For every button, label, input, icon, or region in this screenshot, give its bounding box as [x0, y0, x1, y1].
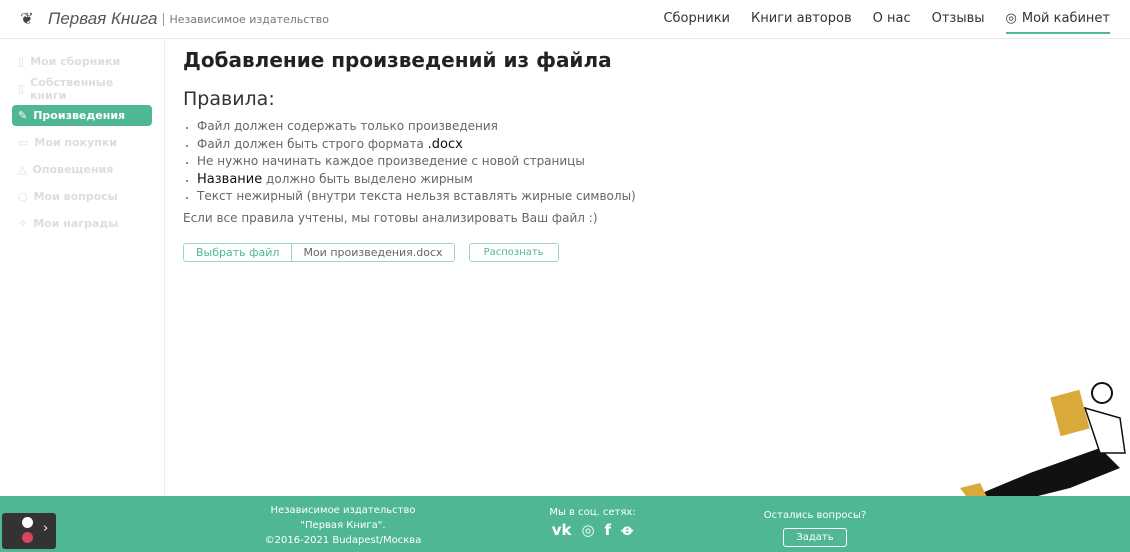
sidebar-item-awards[interactable]: ✧ Мои награды [12, 213, 152, 234]
facebook-icon[interactable]: f [605, 523, 612, 538]
sidebar-item-notifications[interactable]: △ Оповещения [12, 159, 152, 180]
sidebar-item-label: Мои покупки [34, 136, 118, 149]
instagram-icon[interactable]: ◎ [581, 523, 594, 538]
nav-collections[interactable]: Сборники [663, 11, 730, 34]
nav-reviews[interactable]: Отзывы [932, 11, 985, 34]
odnoklassniki-icon[interactable]: ꝋ [621, 523, 633, 538]
sidebar-item-purchases[interactable]: ▭ Мои покупки [12, 132, 152, 153]
sidebar-item-label: Мои вопросы [33, 190, 118, 203]
nav-about[interactable]: О нас [873, 11, 911, 34]
cart-icon: ▭ [18, 136, 29, 149]
ask-button[interactable]: Задать [783, 528, 847, 547]
rules-list: Файл должен содержать только произведени… [183, 118, 636, 206]
logo[interactable]: ❦ Первая Книга Независимое издательство [12, 7, 329, 31]
sidebar-item-label: Произведения [33, 109, 126, 122]
footer-line: "Первая Книга". [300, 520, 386, 531]
rule-item: Не нужно начинать каждое произведение с … [197, 153, 636, 171]
note-text: Если все правила учтены, мы готовы анали… [183, 210, 598, 225]
nav-cabinet[interactable]: ◎ Мой кабинет [1005, 11, 1110, 34]
rule-item: Название должно быть выделено жирным [197, 171, 636, 189]
vk-icon[interactable]: vk [552, 523, 572, 538]
sidebar-item-label: Собственные книги [30, 75, 114, 102]
footer-line: Независимое издательство [270, 505, 416, 516]
book-icon: ▯ [18, 55, 25, 68]
sidebar: ▯ Мои сборники ▯ Собственные книги ✎ Произв… [0, 40, 165, 496]
upload-row: Выбрать файл Мои произведения.docx Распо… [183, 243, 559, 262]
sidebar-item-collections[interactable]: ▯ Мои сборники [12, 51, 152, 72]
rule-item: Текст нежирный (внутри текста нельзя вст… [197, 188, 636, 206]
reading-person-illustration [960, 382, 1126, 508]
stop-icon[interactable] [22, 532, 33, 543]
main-content: Добавление произведений из файла Правила… [183, 48, 636, 225]
footer-copyright: Независимое издательство "Первая Книга".… [258, 503, 428, 548]
header: ❦ Первая Книга Независимое издательство … [0, 0, 1130, 39]
rule-item: Файл должен быть строго формата .docx [197, 136, 636, 154]
rule-item: Файл должен содержать только произведени… [197, 118, 636, 136]
page-title: Добавление произведений из файла [183, 48, 612, 72]
main-nav: Сборники Книги авторов О нас Отзывы ◎ Мой… [663, 11, 1110, 34]
user-icon: ◎ [1005, 11, 1017, 26]
pause-icon[interactable] [22, 517, 33, 528]
brand-name: Первая Книга [48, 9, 158, 28]
cabinet-label: Мой кабинет [1021, 11, 1110, 26]
award-icon: ✧ [18, 217, 28, 230]
chevron-right-icon[interactable]: › [43, 521, 48, 536]
footer-questions: Остались вопросы? Задать [760, 508, 870, 547]
sidebar-item-questions[interactable]: ○ Мои вопросы [12, 186, 152, 207]
nav-author-books[interactable]: Книги авторов [751, 11, 852, 34]
brand-tagline: Независимое издательство [163, 12, 329, 26]
file-input[interactable]: Выбрать файл Мои произведения.docx [183, 243, 455, 262]
sidebar-item-label: Мои награды [33, 217, 119, 230]
file-name: Мои произведения.docx [303, 246, 443, 259]
chat-icon: ○ [18, 190, 28, 203]
footer-line: ©2016-2021 Budapest/Москва [264, 535, 422, 546]
rules-title: Правила: [183, 88, 275, 110]
sidebar-item-own-books[interactable]: ▯ Собственные книги [12, 75, 152, 102]
choose-file-button[interactable]: Выбрать файл [184, 244, 293, 261]
book-icon: ▯ [18, 82, 25, 95]
sidebar-item-label: Мои сборники [30, 55, 121, 68]
footer-social: Мы в соц. сетях: vk ◎ f ꝋ [530, 505, 655, 538]
footer: Независимое издательство "Первая Книга".… [0, 496, 1130, 552]
questions-label: Остались вопросы? [763, 510, 867, 521]
social-title: Мы в соц. сетях: [549, 507, 636, 518]
book-laurel-icon: ❦ [20, 9, 34, 28]
sidebar-item-works[interactable]: ✎ Произведения [12, 105, 152, 126]
feather-icon: ✎ [18, 109, 28, 122]
recognize-button[interactable]: Распознать [468, 243, 559, 262]
sidebar-item-label: Оповещения [32, 163, 114, 176]
recorder-widget[interactable]: › [2, 513, 56, 549]
bell-icon: △ [18, 163, 27, 176]
